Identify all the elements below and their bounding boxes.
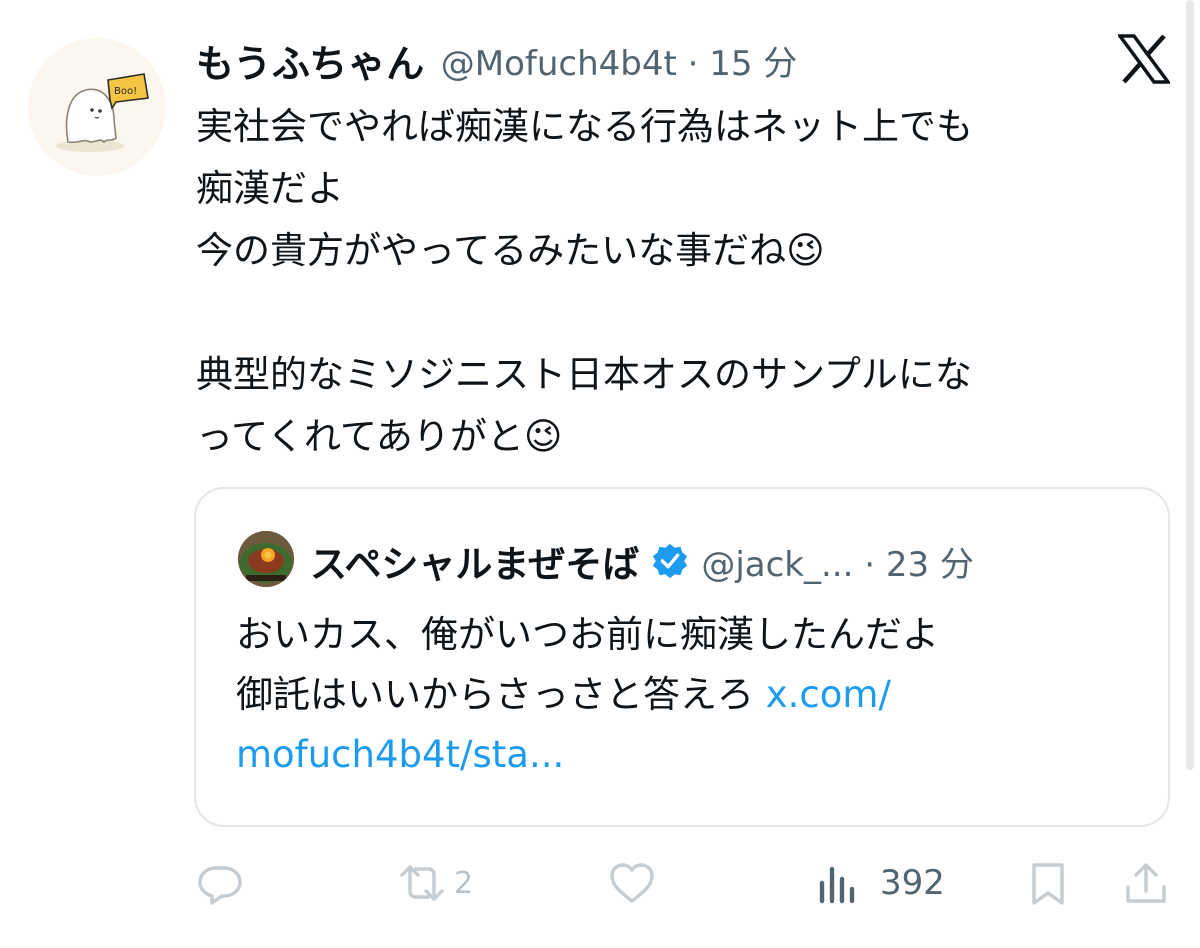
- quoted-tweet-text: おいカス、俺がいつお前に痴漢したんだよ 御託はいいからさっさと答えろ x.com…: [236, 605, 1136, 785]
- views-button[interactable]: 392: [814, 850, 945, 916]
- tweet-text: 実社会でやれば痴漢になる行為はネット上でも 痴漢だよ 今の貴方がやってるみたいな…: [196, 105, 973, 458]
- views-count: 392: [880, 863, 945, 903]
- retweet-icon: [400, 865, 444, 901]
- ghost-avatar-icon: Boo!: [56, 73, 149, 152]
- svg-text:Boo!: Boo!: [114, 86, 137, 97]
- retweet-button[interactable]: 2: [398, 850, 473, 916]
- share-button[interactable]: [1122, 850, 1170, 916]
- author-display-name[interactable]: もうふちゃん: [196, 33, 425, 88]
- views-chart-icon: [819, 866, 855, 904]
- food-bowl-avatar-icon: [238, 531, 294, 587]
- tweet-header: もうふちゃん @Mofuch4b4t · 15 分: [196, 36, 798, 86]
- author-avatar[interactable]: Boo!: [28, 38, 166, 176]
- scrollbar[interactable]: [1186, 0, 1194, 770]
- quoted-author-avatar[interactable]: [238, 531, 294, 587]
- quoted-tweet-card[interactable]: スペシャルまぜそば @jack_... · 23 分 おいカス、俺がいつお前に痴…: [194, 487, 1170, 827]
- quoted-tweet-header: スペシャルまぜそば @jack_... · 23 分: [310, 535, 974, 587]
- retweet-count: 2: [454, 865, 474, 901]
- share-icon: [1126, 863, 1166, 903]
- heart-icon: [610, 863, 654, 903]
- like-button[interactable]: [608, 850, 656, 916]
- bookmark-icon: [1032, 863, 1064, 905]
- author-handle-time[interactable]: @Mofuch4b4t · 15 分: [441, 36, 798, 85]
- x-logo-icon: [1118, 34, 1170, 84]
- reply-icon: [198, 866, 242, 905]
- quoted-author-handle-time[interactable]: @jack_... · 23 分: [701, 537, 974, 586]
- reply-button[interactable]: [196, 850, 244, 916]
- quoted-author-display-name[interactable]: スペシャルまぜそば: [310, 534, 639, 588]
- bookmark-button[interactable]: [1024, 850, 1072, 916]
- tweet-action-bar: 2 392: [0, 850, 1200, 916]
- verified-badge-icon: [653, 543, 688, 579]
